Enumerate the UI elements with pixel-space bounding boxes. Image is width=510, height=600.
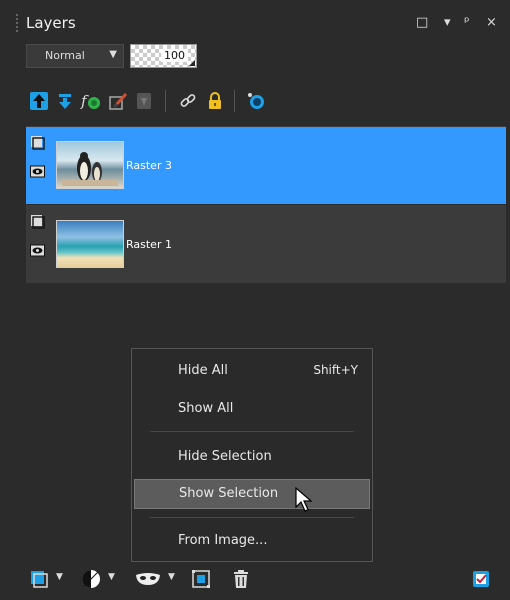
layer-type-icon[interactable] [30, 214, 45, 229]
chevron-down-icon[interactable]: ▼ [56, 572, 63, 582]
chevron-down-icon: ▼ [109, 49, 117, 60]
layer-name: Raster 3 [126, 159, 172, 172]
brush-icon[interactable] [107, 90, 129, 112]
menu-item-from-image[interactable]: From Image... [134, 527, 370, 555]
mouse-cursor-icon [295, 487, 313, 512]
bottom-toolbar [0, 562, 510, 600]
preview-icon[interactable] [245, 90, 267, 112]
panel-menu-button[interactable]: ▾ [444, 14, 451, 32]
resize-corner-icon [189, 60, 195, 66]
lock-icon[interactable] [204, 90, 226, 112]
delete-icon[interactable] [230, 568, 252, 590]
mask-context-menu: Hide All Shift+Y Show All Hide Selection… [131, 348, 373, 562]
layer-thumbnail-penguins [56, 141, 124, 189]
blend-mode-label: Normal [45, 49, 85, 62]
new-layer-icon[interactable] [28, 568, 50, 590]
adjustment-layer-icon[interactable] [80, 568, 102, 590]
menu-item-label: Hide All [178, 363, 228, 378]
opacity-value: 100 [161, 49, 188, 62]
title-bar: Layers □ ▾ ᵖ × [0, 0, 510, 40]
grip-handle[interactable] [16, 14, 18, 34]
move-down-icon[interactable] [54, 90, 76, 112]
move-up-icon[interactable] [28, 90, 50, 112]
layer-row-raster-3[interactable]: Raster 3 [26, 126, 506, 204]
ghost-layer-icon[interactable] [133, 90, 155, 112]
menu-item-label: From Image... [178, 533, 268, 548]
blend-mode-dropdown[interactable]: Normal ▼ [26, 44, 124, 68]
chevron-down-icon[interactable]: ▼ [108, 572, 115, 582]
opacity-field[interactable]: 100 [130, 44, 197, 68]
maximize-button[interactable]: □ [416, 14, 428, 32]
panel-title: Layers [26, 14, 76, 32]
menu-separator [150, 431, 354, 432]
layer-thumbnail-beach [56, 220, 124, 268]
layer-type-icon[interactable] [30, 135, 45, 150]
group-layer-icon[interactable] [190, 568, 212, 590]
mask-icon[interactable] [134, 568, 162, 590]
menu-item-shortcut: Shift+Y [313, 363, 358, 377]
eye-visibility-icon[interactable] [30, 164, 45, 179]
menu-separator [150, 517, 354, 518]
close-button[interactable]: × [486, 14, 497, 32]
layers-panel: Layers □ ▾ ᵖ × Normal ▼ 100 f Raster 3 R… [0, 0, 510, 600]
menu-item-label: Hide Selection [178, 449, 272, 464]
menu-item-label: Show Selection [179, 486, 279, 501]
menu-item-show-all[interactable]: Show All [134, 395, 370, 423]
svg-text:f: f [80, 92, 89, 110]
menu-item-hide-all[interactable]: Hide All Shift+Y [134, 357, 370, 385]
menu-item-show-selection[interactable]: Show Selection [134, 479, 370, 509]
layer-name: Raster 1 [126, 238, 172, 251]
toolbar-divider [165, 90, 166, 112]
eye-visibility-icon[interactable] [30, 243, 45, 258]
layer-row-raster-1[interactable]: Raster 1 [26, 205, 506, 283]
toolbar-divider [234, 90, 235, 112]
link-icon[interactable] [177, 90, 199, 112]
menu-item-label: Show All [178, 401, 234, 416]
layer-properties-icon[interactable] [470, 568, 492, 590]
fx-icon[interactable]: f [80, 90, 102, 112]
pin-button[interactable]: ᵖ [464, 14, 470, 32]
chevron-down-icon[interactable]: ▼ [168, 572, 175, 582]
menu-item-hide-selection[interactable]: Hide Selection [134, 443, 370, 471]
